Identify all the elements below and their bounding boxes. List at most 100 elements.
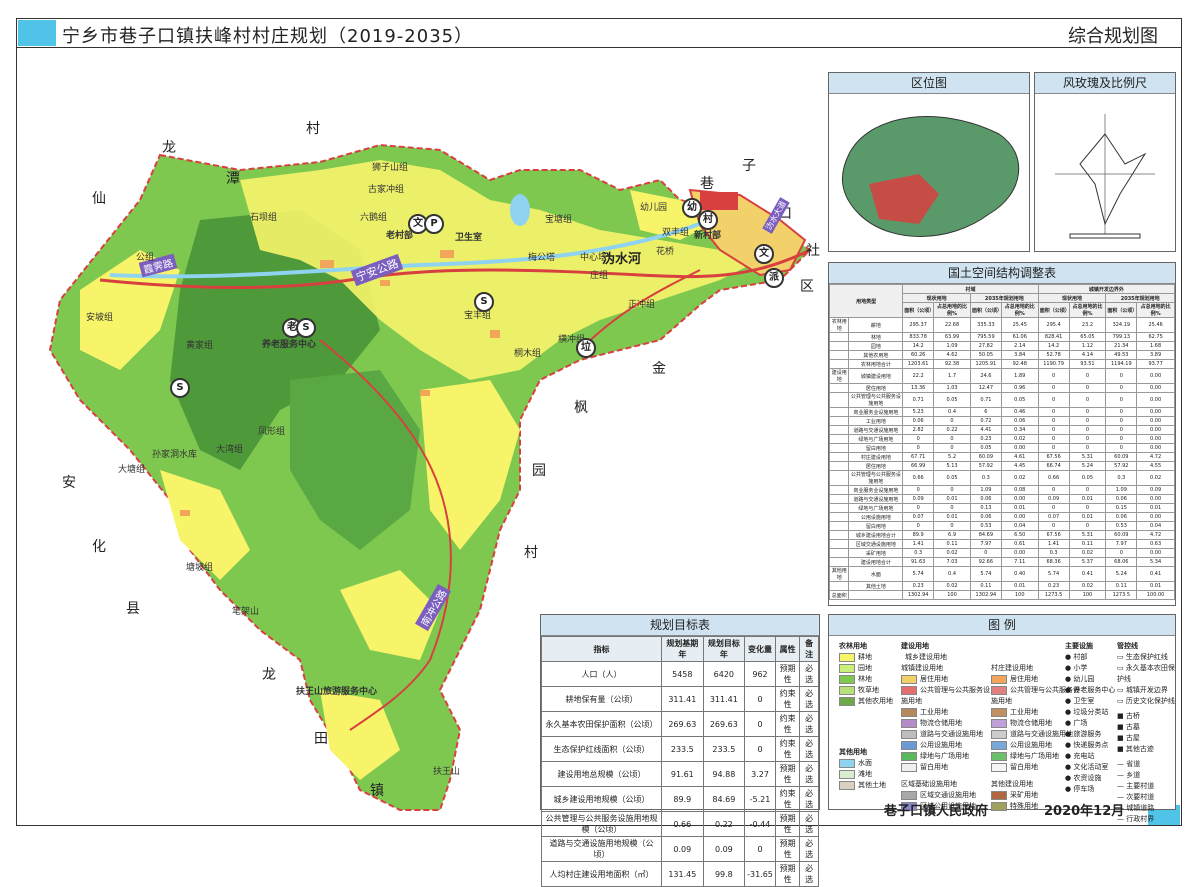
table-cell: 0 xyxy=(1037,392,1070,408)
table-cell: 60.09 xyxy=(1105,452,1138,462)
table-cell: 0 xyxy=(1068,443,1107,453)
table-cell: 66.74 xyxy=(1037,461,1070,471)
table-cell: 预期性 xyxy=(774,661,801,687)
legend-item: ● 小学 xyxy=(1065,664,1088,672)
table-cell xyxy=(828,425,850,435)
table-cell: 5.23 xyxy=(902,407,935,417)
table-cell: 0.53 xyxy=(1105,521,1138,531)
table-cell: 6420 xyxy=(702,661,746,687)
police-icon[interactable]: 派 xyxy=(764,268,784,288)
table-cell: 0.66 xyxy=(661,811,704,837)
cell-header: 占总用地的比例% xyxy=(1068,302,1107,318)
table-cell: 92.48 xyxy=(1000,359,1039,369)
school-icon[interactable]: S xyxy=(296,318,316,338)
culture-icon[interactable]: 文 xyxy=(754,244,774,264)
table-cell: 0.11 xyxy=(933,539,971,549)
table-cell: 预期性 xyxy=(774,761,801,787)
table-cell: 绿地与广场用地 xyxy=(848,503,904,513)
table-cell: 商业服务业设施用地 xyxy=(848,407,904,417)
table-cell: 建设用地合计 xyxy=(848,557,904,567)
table-cell: 0 xyxy=(1037,368,1070,384)
legend-ag: 农林用地 耕地 园地 林地 牧草地 其他农用地 其他用地 水面 滩地 其他土地 xyxy=(839,641,899,791)
table-cell: 0.00 xyxy=(1136,512,1175,522)
table-cell: 0.63 xyxy=(1136,539,1175,549)
table-cell: 27.82 xyxy=(969,341,1002,351)
table-cell xyxy=(828,383,850,393)
table-cell: 84.69 xyxy=(702,786,746,812)
table-cell: 799.13 xyxy=(1105,332,1138,342)
group-label: 梅公塔 xyxy=(528,253,556,263)
parking-icon[interactable]: P xyxy=(424,214,444,234)
new-office-icon[interactable]: 村 xyxy=(698,210,718,230)
neighbor-char: 巷 xyxy=(700,176,714,192)
table-cell: 0.01 xyxy=(933,512,971,522)
service-point-icon[interactable]: S xyxy=(170,378,190,398)
table-cell: 62.75 xyxy=(1136,332,1175,342)
legend-swatch xyxy=(839,652,855,662)
legend-item: — 省道 xyxy=(1117,760,1141,768)
table-cell: 1203.61 xyxy=(902,359,935,369)
table-row: 公共管理与公共服务设施用地 0.71 0.05 0.71 0.05 0 0 0 0.00 xyxy=(828,392,1175,408)
table-cell: 233.5 xyxy=(702,736,746,762)
table-cell: 0 xyxy=(1105,425,1138,435)
table-cell: 269.63 xyxy=(661,711,704,737)
table-cell: 0.06 xyxy=(902,416,935,426)
table-cell: 131.45 xyxy=(661,861,704,887)
table-cell: 预期性 xyxy=(774,836,801,862)
table-cell: 0.41 xyxy=(1136,566,1175,582)
table-cell: 0.66 xyxy=(902,470,935,486)
table-cell: 0 xyxy=(933,503,971,513)
legend-label: 留白用地 xyxy=(920,763,948,771)
table-cell: 0 xyxy=(933,521,971,531)
table-cell xyxy=(828,521,850,531)
table-cell: 795.59 xyxy=(969,332,1002,342)
table-cell xyxy=(828,494,850,504)
table-cell: 0.00 xyxy=(1136,392,1175,408)
table-cell xyxy=(828,407,850,417)
table-cell: 0 xyxy=(1068,425,1107,435)
table-row: 道路与交通设施用地规模（公顷） 0.09 0.09 0 预期性 必选 xyxy=(540,836,819,862)
school-icon[interactable]: S xyxy=(474,292,494,312)
table-cell: 区域交通设施用地 xyxy=(848,539,904,549)
garbage-station-icon[interactable]: 垃 xyxy=(576,338,596,358)
table-cell: 0.72 xyxy=(969,416,1002,426)
sub-header: 2035年规划用地 xyxy=(969,293,1039,303)
table-cell: 0.07 xyxy=(1037,512,1070,522)
table-cell: 0 xyxy=(1037,443,1070,453)
table-cell: 0.09 xyxy=(702,836,746,862)
table-cell: 0 xyxy=(1037,485,1070,495)
group-label: 六鹅组 xyxy=(360,213,388,223)
table-cell: 60.09 xyxy=(969,452,1002,462)
legend-label: 其他土地 xyxy=(858,781,886,789)
table-cell: 7.97 xyxy=(1105,539,1138,549)
table-cell: 0 xyxy=(744,711,776,737)
reservoir xyxy=(510,194,530,226)
legend-item: ■ 古屋 xyxy=(1117,734,1140,742)
legend-item: 林地 xyxy=(839,674,899,685)
table-cell: 335.33 xyxy=(969,317,1002,333)
legend-item: ▭ 永久基本农田保护线 xyxy=(1117,664,1175,683)
table-cell: 生态保护红线面积（公顷） xyxy=(540,736,663,762)
table-cell: 52.78 xyxy=(1037,350,1070,360)
table-row: 其他用地 水面 5.74 0.4 5.74 0.40 5.74 0.41 5.24 0.41 xyxy=(828,566,1175,582)
legend-item: ● 垃圾分类站 xyxy=(1065,708,1109,716)
table-cell: 89.9 xyxy=(661,786,704,812)
table-cell: 0.01 xyxy=(933,494,971,504)
table-cell: 其他农用地 xyxy=(848,350,904,360)
table-cell: 0.22 xyxy=(702,811,746,837)
table-cell: 0 xyxy=(1068,434,1107,444)
table-cell: 0 xyxy=(902,503,935,513)
column-header: 备注 xyxy=(799,636,819,662)
legend-item: 居住用地 xyxy=(901,674,991,685)
table-cell: 5.74 xyxy=(902,566,935,582)
table-cell: 1194.19 xyxy=(1105,359,1138,369)
neighbor-char: 园 xyxy=(532,463,546,479)
table-cell xyxy=(828,548,850,558)
table-row: 村庄建设用地 67.71 5.2 60.09 4.61 67.56 5.31 60.09 4.7… xyxy=(828,452,1175,462)
target-table: 指标 规划基期年 规划目标年 变化量 属性 备注 人口（人） 5458 6420 962 预期性必… xyxy=(540,636,819,887)
table-cell: 0.09 xyxy=(1037,494,1070,504)
table-cell: 必选 xyxy=(799,736,819,762)
table-row: 工业用地 0.06 0 0.72 0.06 0 0 0 0.00 xyxy=(828,416,1175,426)
legend-label: 居住用地 xyxy=(1010,675,1038,683)
table-cell: 0.3 xyxy=(902,548,935,558)
